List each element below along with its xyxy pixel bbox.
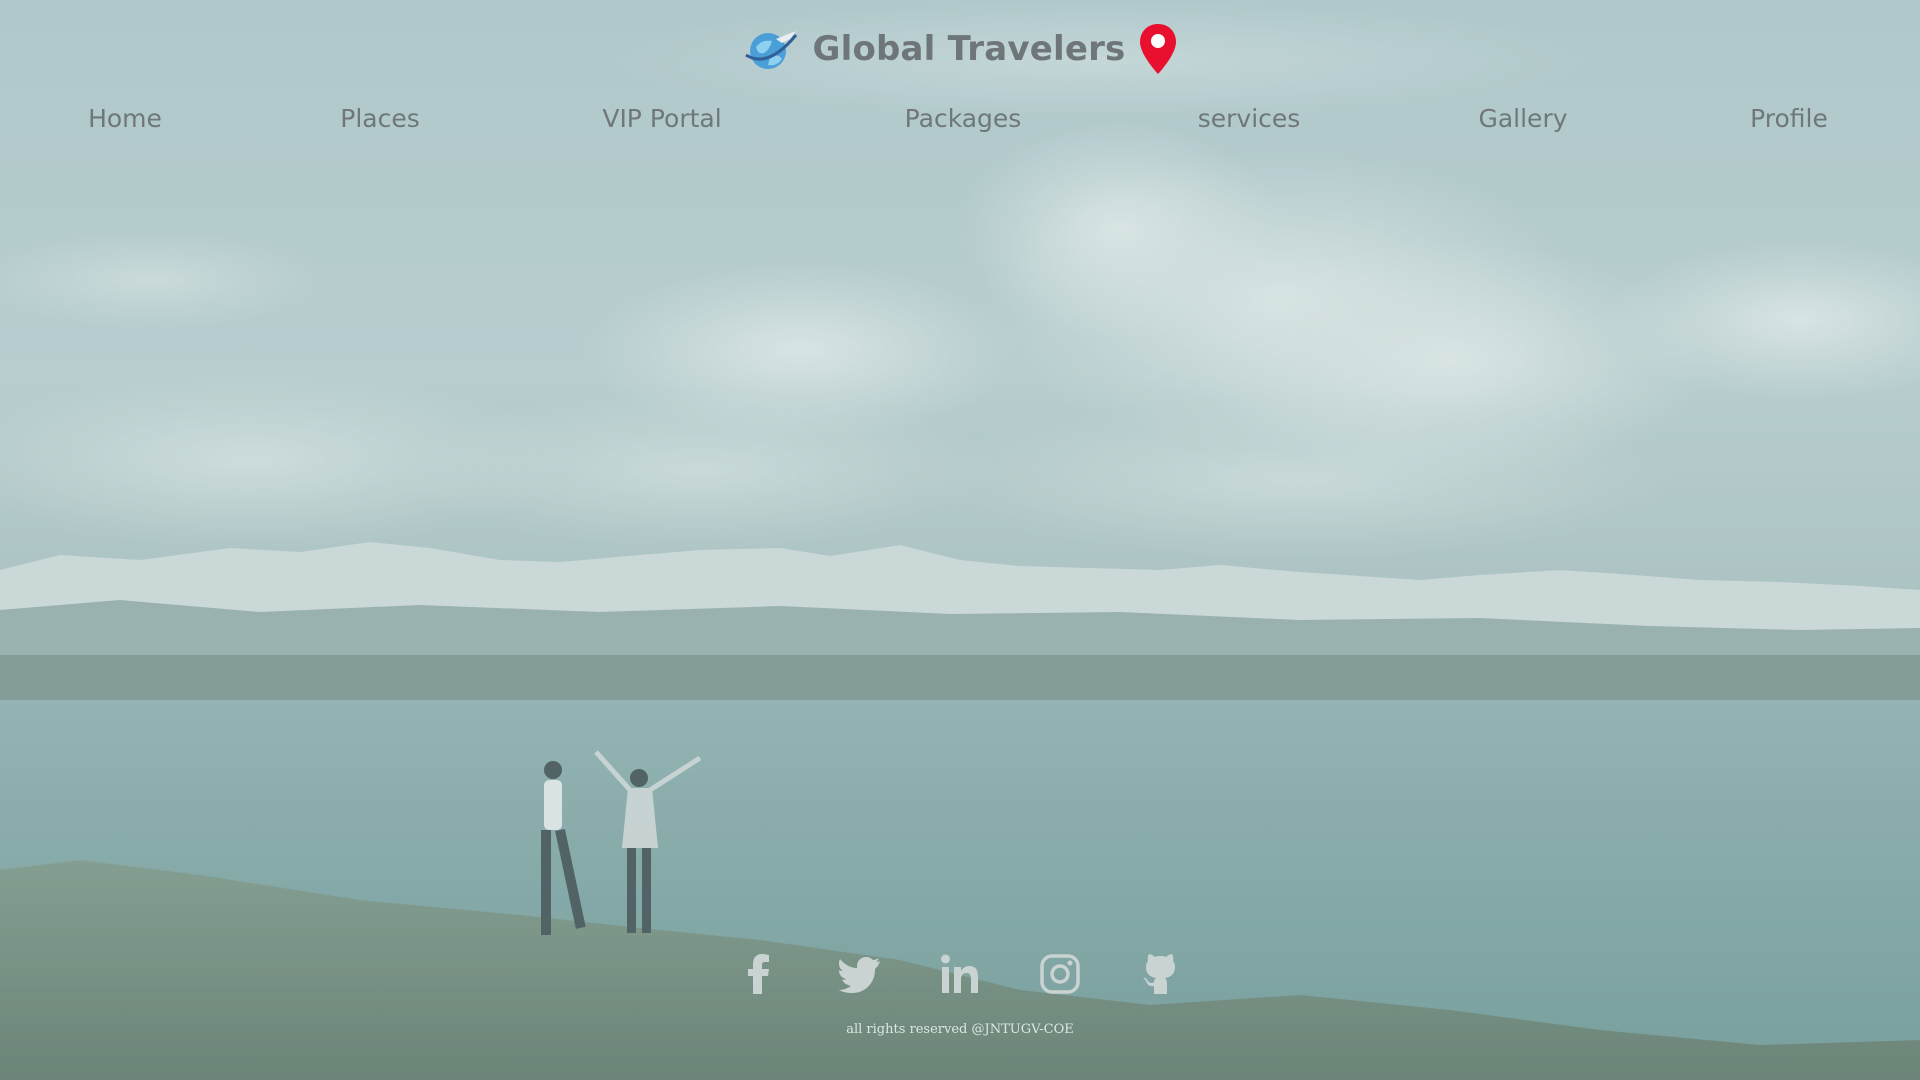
nav-item-places[interactable]: Places [340,104,420,133]
site-title[interactable]: Global Travelers [812,29,1125,69]
twitter-icon[interactable] [838,952,882,996]
nav-item-gallery[interactable]: Gallery [1478,104,1567,133]
hero-background [0,0,1920,1080]
site-header: Global Travelers [0,22,1920,76]
globe-airplane-icon [745,31,798,69]
nav-item-profile[interactable]: Profile [1750,104,1828,133]
nav-item-vip-portal[interactable]: VIP Portal [602,104,721,133]
nav-item-packages[interactable]: Packages [905,104,1022,133]
landscape-image [0,0,1920,1080]
copyright-text: all rights reserved @JNTUGV-COE [846,1022,1074,1037]
facebook-icon[interactable] [738,952,782,996]
location-pin-icon [1139,24,1176,74]
linkedin-icon[interactable] [938,952,982,996]
github-icon[interactable] [1138,952,1182,996]
nav-item-home[interactable]: Home [88,104,162,133]
main-nav: Home Places VIP Portal Packages services… [0,104,1920,144]
instagram-icon[interactable] [1038,952,1082,996]
nav-item-services[interactable]: services [1198,104,1301,133]
